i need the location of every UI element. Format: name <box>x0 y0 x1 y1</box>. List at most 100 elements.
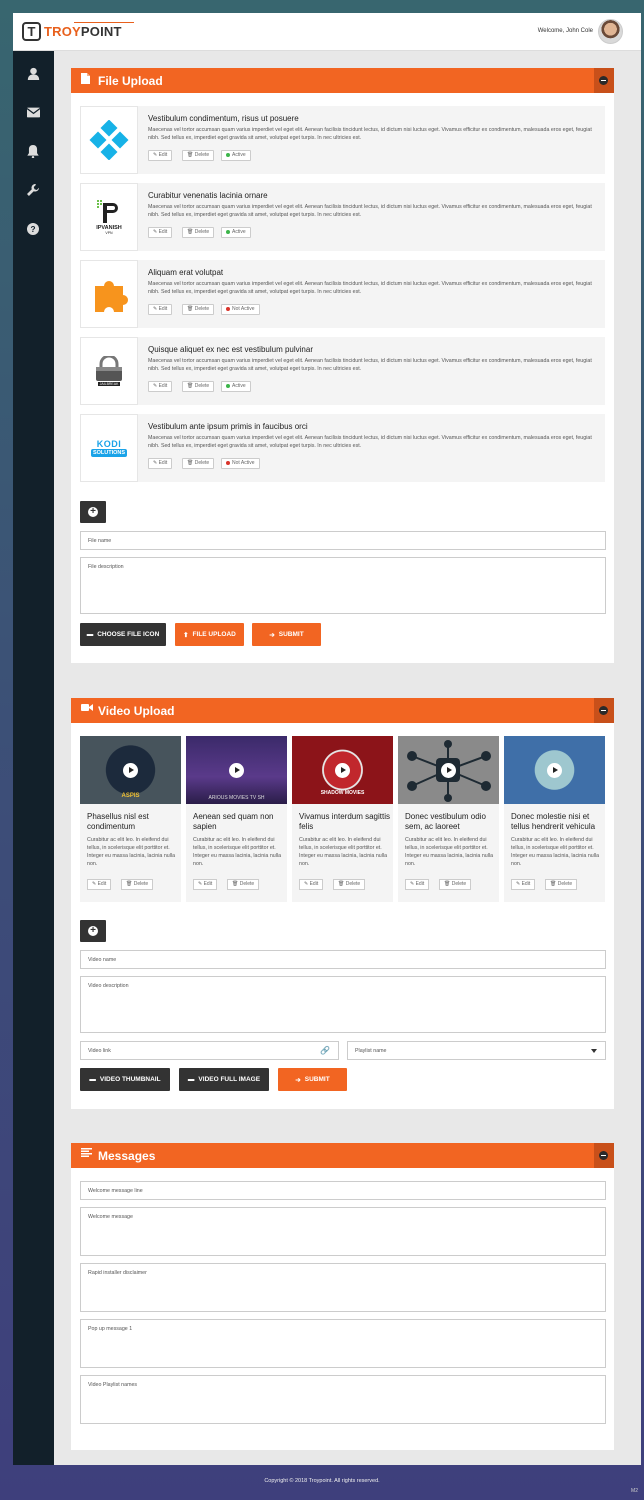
folder-icon: ▬ <box>86 631 94 638</box>
edit-button[interactable]: ✎ Edit <box>148 458 173 469</box>
add-file-button[interactable]: + <box>80 501 106 523</box>
list-item: Aliquam erat volutpat Maecenas vel torto… <box>80 260 605 328</box>
edit-button[interactable]: ✎ Edit <box>148 227 173 238</box>
video-description: Curabitur ac elit leo. In eleifend dui t… <box>511 837 600 867</box>
delete-button[interactable]: 🗑 Delete <box>182 458 215 469</box>
collapse-toggle[interactable] <box>594 1143 614 1168</box>
play-icon[interactable] <box>335 762 350 778</box>
trash-icon: 🗑 <box>444 881 452 887</box>
rapid-installer-disclaimer-textarea[interactable]: Rapid installer disclaimer <box>80 1263 606 1312</box>
plus-circle-icon: + <box>88 926 98 936</box>
video-thumbnail[interactable] <box>398 736 499 804</box>
edit-button[interactable]: ✎ Edit <box>148 381 173 392</box>
delete-button[interactable]: 🗑 Delete <box>182 227 215 238</box>
choose-file-icon-button[interactable]: ▬ CHOOSE FILE ICON <box>80 623 166 646</box>
collapse-toggle[interactable] <box>594 68 614 93</box>
file-icon <box>81 73 90 87</box>
status-badge[interactable]: Active <box>221 381 251 392</box>
ipvanish-logo: IPVANISH VPN <box>80 183 138 251</box>
status-dot-icon <box>226 306 230 311</box>
svg-text:?: ? <box>30 225 35 234</box>
video-full-image-button[interactable]: ▬ VIDEO FULL IMAGE <box>179 1068 269 1091</box>
item-description: Maecenas vel tortor accumsan quam varius… <box>148 435 592 449</box>
video-thumbnail[interactable]: ASPIS <box>80 736 181 804</box>
play-icon[interactable] <box>441 762 456 778</box>
item-title: Vestibulum condimentum, risus ut posuere <box>148 114 299 123</box>
question-icon[interactable]: ? <box>25 221 41 237</box>
delete-button[interactable]: 🗑 Delete <box>182 150 215 161</box>
logo-mark-icon: T <box>22 22 41 41</box>
edit-button[interactable]: ✎ Edit <box>148 150 173 161</box>
trash-icon: 🗑 <box>187 152 195 158</box>
video-link-input[interactable]: Video link 🔗 <box>80 1041 339 1060</box>
minus-circle-icon <box>599 1151 608 1160</box>
file-upload-button[interactable]: ⬆ FILE UPLOAD <box>175 623 244 646</box>
arrow-circle-icon: ➔ <box>295 1076 301 1084</box>
delete-button[interactable]: 🗑 Delete <box>121 879 154 890</box>
item-title: Curabitur venenatis lacinia ornare <box>148 191 268 200</box>
status-dot-icon <box>226 460 230 465</box>
bell-icon[interactable] <box>25 143 41 159</box>
file-name-input[interactable]: File name <box>80 531 606 550</box>
play-icon[interactable] <box>229 762 244 778</box>
file-submit-button[interactable]: ➔ SUBMIT <box>252 623 321 646</box>
welcome-message-textarea[interactable]: Welcome message <box>80 1207 606 1256</box>
minus-circle-icon <box>599 706 608 715</box>
video-title: Aenean sed quam non sapien <box>193 812 274 831</box>
file-upload-header: File Upload <box>71 68 614 93</box>
delete-button[interactable]: 🗑 Delete <box>545 879 578 890</box>
folder-icon: ▬ <box>187 1076 195 1083</box>
status-badge[interactable]: Not Active <box>221 458 260 469</box>
video-thumbnail[interactable]: SHADOW MOVIES <box>292 736 393 804</box>
user-icon[interactable] <box>25 65 41 81</box>
add-video-button[interactable]: + <box>80 920 106 942</box>
video-card: Donec vestibulum odio sem, ac laoreet Cu… <box>398 736 499 902</box>
status-dot-icon <box>226 152 230 157</box>
video-title: Phasellus nisl est condimentum <box>87 812 149 831</box>
video-submit-button[interactable]: ➔ SUBMIT <box>278 1068 347 1091</box>
trash-icon: 🗑 <box>187 229 195 235</box>
logo[interactable]: T TROYPOINT <box>22 22 134 41</box>
video-playlist-names-textarea[interactable]: Video Playlist names <box>80 1375 606 1424</box>
trash-icon: 🗑 <box>232 881 240 887</box>
playlist-select[interactable]: Playlist name <box>347 1041 606 1060</box>
delete-button[interactable]: 🗑 Delete <box>182 304 215 315</box>
item-description: Maecenas vel tortor accumsan quam varius… <box>148 204 592 218</box>
edit-button[interactable]: ✎ Edit <box>87 879 112 890</box>
edit-button[interactable]: ✎ Edit <box>511 879 536 890</box>
edit-button[interactable]: ✎ Edit <box>148 304 173 315</box>
video-thumbnail[interactable]: ARIOUS MOVIES TV SH <box>186 736 287 804</box>
item-title: Aliquam erat volutpat <box>148 268 224 277</box>
edit-button[interactable]: ✎ Edit <box>299 879 324 890</box>
status-badge[interactable]: Active <box>221 227 251 238</box>
welcome-message-line-input[interactable]: Welcome message line <box>80 1181 606 1200</box>
trash-icon: 🗑 <box>550 881 558 887</box>
kodi-logo <box>80 106 138 174</box>
popup-message-textarea[interactable]: Pop up message 1 <box>80 1319 606 1368</box>
edit-button[interactable]: ✎ Edit <box>405 879 430 890</box>
video-title: Donec vestibulum odio sem, ac laoreet <box>405 812 486 831</box>
edit-button[interactable]: ✎ Edit <box>193 879 218 890</box>
play-icon[interactable] <box>123 762 138 778</box>
trash-icon: 🗑 <box>338 881 346 887</box>
video-name-input[interactable]: Video name <box>80 950 606 969</box>
top-bar: T TROYPOINT Welcome, John Cole <box>13 13 641 51</box>
delete-button[interactable]: 🗑 Delete <box>227 879 260 890</box>
item-title: Vestibulum ante ipsum primis in faucibus… <box>148 422 308 431</box>
file-description-textarea[interactable]: File description <box>80 557 606 614</box>
wrench-icon[interactable] <box>25 182 41 198</box>
puzzle-piece-icon <box>80 260 138 328</box>
envelope-icon[interactable] <box>25 104 41 120</box>
jailbreak-logo: JAILBREAK <box>80 337 138 405</box>
play-icon[interactable] <box>547 762 562 778</box>
avatar[interactable] <box>598 19 623 44</box>
status-badge[interactable]: Active <box>221 150 251 161</box>
video-description-textarea[interactable]: Video description <box>80 976 606 1033</box>
delete-button[interactable]: 🗑 Delete <box>333 879 366 890</box>
status-badge[interactable]: Not Active <box>221 304 260 315</box>
collapse-toggle[interactable] <box>594 698 614 723</box>
delete-button[interactable]: 🗑 Delete <box>439 879 472 890</box>
video-thumbnail[interactable] <box>504 736 605 804</box>
video-thumbnail-button[interactable]: ▬ VIDEO THUMBNAIL <box>80 1068 170 1091</box>
delete-button[interactable]: 🗑 Delete <box>182 381 215 392</box>
